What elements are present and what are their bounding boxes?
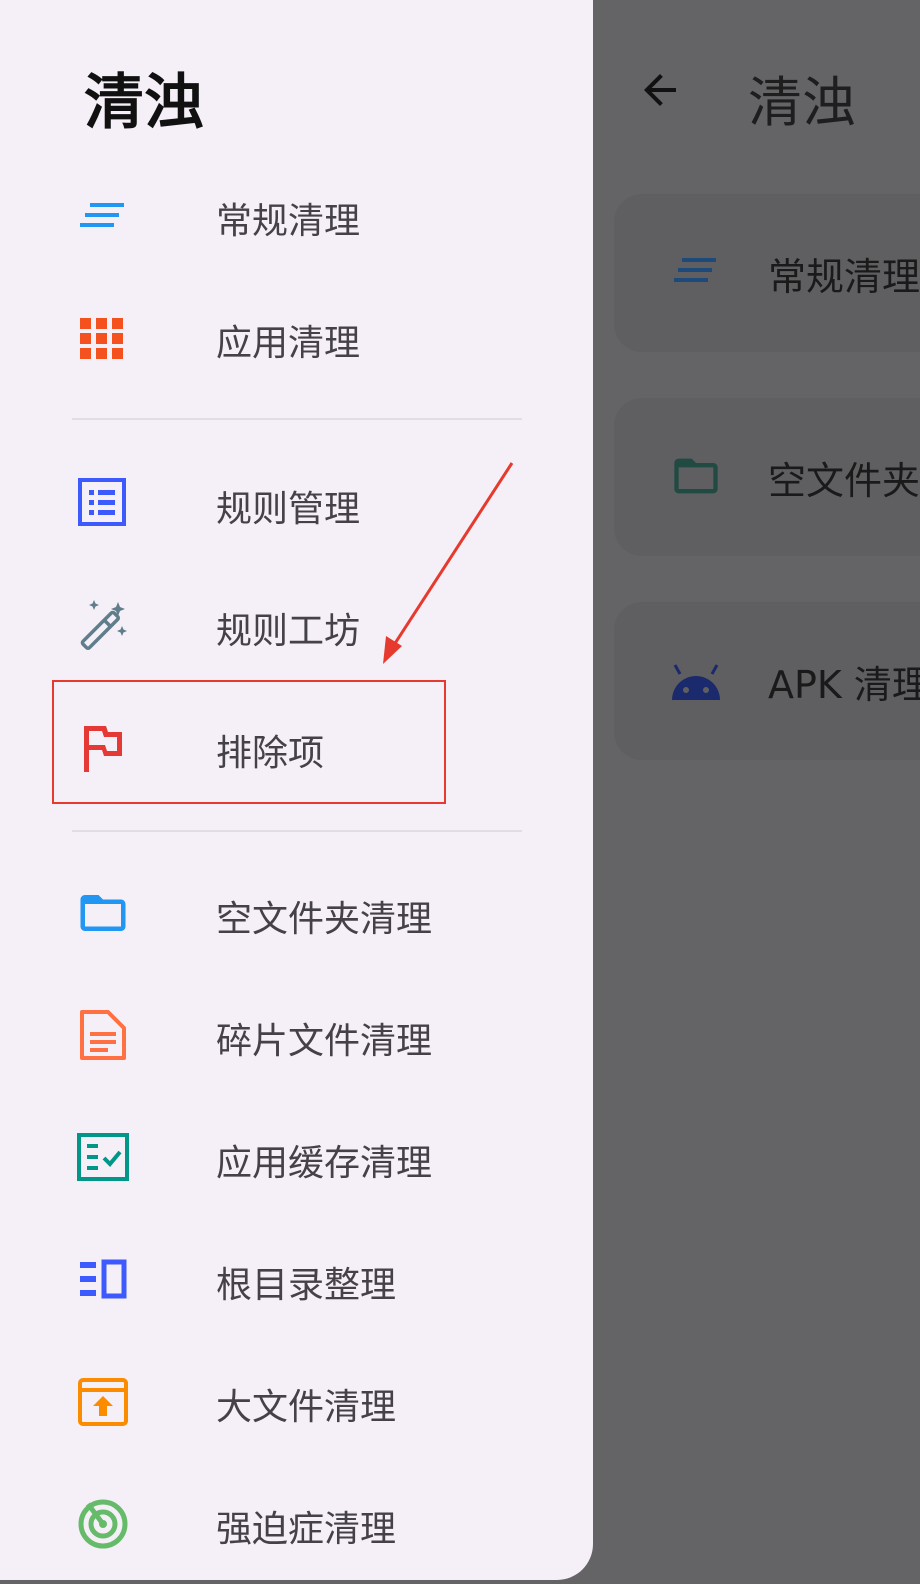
nav-item-label: 大文件清理	[216, 1387, 397, 1428]
nav-item-label: 常规清理	[216, 201, 361, 242]
back-arrow-icon[interactable]	[636, 66, 684, 114]
folder-icon	[76, 886, 130, 940]
card-label: 空文件夹	[768, 459, 920, 503]
card-empty-folder[interactable]: 空文件夹	[614, 398, 920, 556]
drawer-title: 清浊	[84, 68, 204, 138]
magic-wand-icon	[76, 598, 130, 652]
nav-item-label: 规则工坊	[216, 611, 361, 652]
document-icon	[76, 1008, 130, 1062]
archive-icon	[76, 1374, 130, 1428]
nav-item-root-organize[interactable]: 根目录整理	[0, 1224, 593, 1334]
nav-item-large-file-clean[interactable]: 大文件清理	[0, 1346, 593, 1456]
list-alt-icon	[76, 476, 130, 530]
nav-item-label: 碎片文件清理	[216, 1021, 433, 1062]
card-general-clean[interactable]: 常规清理	[614, 194, 920, 352]
nav-item-empty-folder-clean[interactable]: 空文件夹清理	[0, 858, 593, 968]
nav-item-fragment-clean[interactable]: 碎片文件清理	[0, 980, 593, 1090]
nav-item-app-cache-clean[interactable]: 应用缓存清理	[0, 1102, 593, 1212]
checklist-icon	[76, 1130, 130, 1184]
view-sidebar-icon	[76, 1252, 130, 1306]
divider	[72, 418, 522, 420]
card-apk-clean[interactable]: APK 清理	[614, 602, 920, 760]
card-label: 常规清理	[768, 255, 920, 299]
nav-item-label: 强迫症清理	[216, 1509, 397, 1550]
nav-item-ocd-clean[interactable]: 强迫症清理	[0, 1468, 593, 1578]
short-text-icon	[668, 246, 724, 298]
nav-item-general-clean[interactable]: 常规清理	[0, 160, 593, 270]
nav-item-label: 规则管理	[216, 489, 361, 530]
app-title: 清浊	[748, 71, 856, 134]
nav-item-rule-workshop[interactable]: 规则工坊	[0, 570, 593, 680]
android-icon	[668, 654, 724, 706]
short-text-icon	[76, 188, 130, 242]
nav-item-label: 应用缓存清理	[216, 1143, 433, 1184]
nav-item-label: 根目录整理	[216, 1265, 397, 1306]
folder-icon	[668, 450, 724, 502]
card-label: APK 清理	[768, 663, 920, 707]
divider	[72, 830, 522, 832]
highlight-annotation-box	[52, 680, 446, 804]
nav-item-label: 空文件夹清理	[216, 899, 433, 940]
nav-item-label: 应用清理	[216, 323, 361, 364]
radar-icon	[76, 1496, 130, 1550]
apps-grid-icon	[76, 310, 130, 364]
nav-item-app-clean[interactable]: 应用清理	[0, 282, 593, 392]
nav-item-rule-manage[interactable]: 规则管理	[0, 448, 593, 558]
